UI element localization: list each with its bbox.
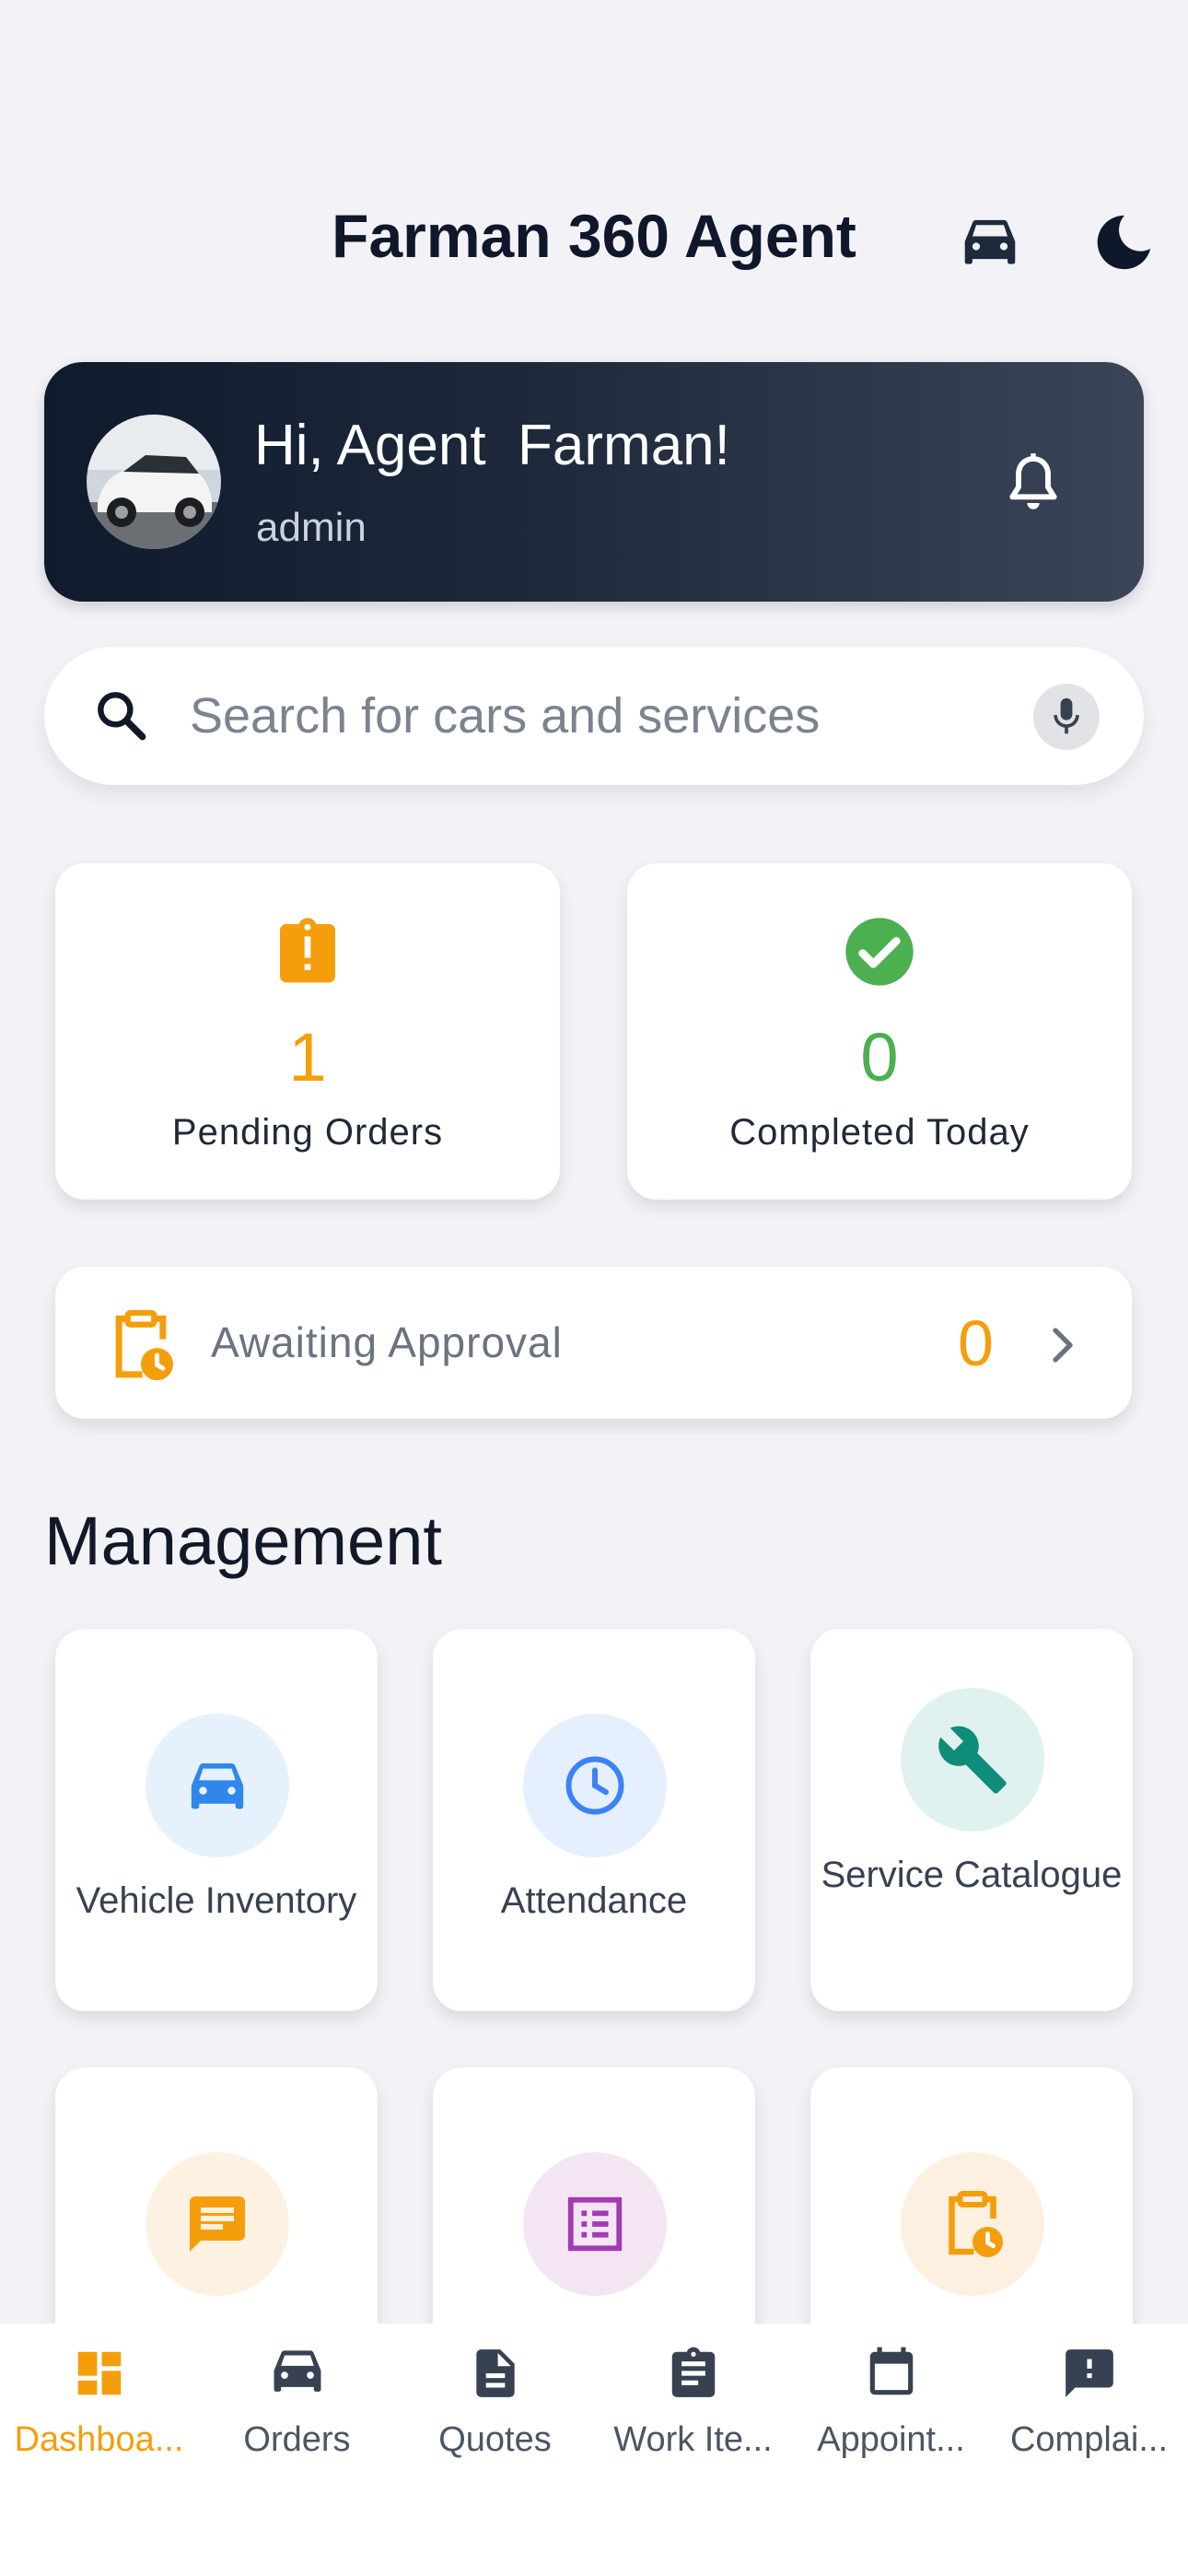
nav-label: Quotes bbox=[438, 2420, 552, 2459]
clipboard-clock-icon bbox=[109, 1308, 173, 1382]
tile-vehicle-inventory[interactable]: Vehicle Inventory bbox=[55, 1629, 378, 2011]
nav-label: Dashboa... bbox=[14, 2420, 184, 2459]
clipboard-icon bbox=[665, 2345, 722, 2402]
chevron-right-icon bbox=[1048, 1325, 1077, 1365]
management-heading: Management bbox=[44, 1503, 442, 1579]
nav-label: Work Ite... bbox=[613, 2420, 773, 2459]
nav-orders[interactable]: Orders bbox=[198, 2345, 396, 2474]
nav-complaints[interactable]: Complai... bbox=[990, 2345, 1188, 2474]
nav-label: Complai... bbox=[1009, 2420, 1169, 2459]
nav-label: Orders bbox=[243, 2420, 351, 2459]
tile-attendance[interactable]: Attendance bbox=[433, 1629, 755, 2011]
car-icon[interactable] bbox=[958, 214, 1022, 269]
car-icon bbox=[269, 2345, 326, 2402]
greeting-text: Hi, Agent Farman! bbox=[254, 414, 730, 477]
search-input[interactable]: Search for cars and services bbox=[190, 686, 820, 745]
user-role: admin bbox=[256, 505, 367, 550]
feedback-icon bbox=[1061, 2345, 1118, 2402]
mic-button[interactable] bbox=[1033, 684, 1100, 750]
tile-label: Service Catalogue bbox=[821, 1855, 1123, 1895]
dashboard-icon bbox=[71, 2345, 128, 2402]
nav-appointments[interactable]: Appoint... bbox=[792, 2345, 990, 2474]
nav-dashboard[interactable]: Dashboa... bbox=[0, 2345, 198, 2474]
tile-service-catalogue[interactable]: Service Catalogue bbox=[810, 1629, 1133, 2011]
search-icon bbox=[92, 686, 151, 745]
completed-today-count: 0 bbox=[860, 1019, 899, 1095]
tile-label: Attendance bbox=[500, 1880, 688, 1921]
completed-today-label: Completed Today bbox=[729, 1112, 1030, 1153]
clock-icon bbox=[523, 1714, 667, 1857]
nav-work-items[interactable]: Work Ite... bbox=[594, 2345, 792, 2474]
pending-orders-count: 1 bbox=[288, 1019, 327, 1095]
chat-icon bbox=[146, 2152, 289, 2296]
avatar[interactable] bbox=[87, 415, 221, 549]
calendar-icon bbox=[863, 2345, 920, 2402]
completed-today-card[interactable]: 0 Completed Today bbox=[627, 863, 1132, 1200]
document-icon bbox=[467, 2345, 524, 2402]
microphone-icon bbox=[1054, 697, 1079, 734]
alert-clipboard-icon bbox=[271, 915, 344, 989]
moon-icon[interactable] bbox=[1091, 210, 1156, 275]
awaiting-approval-label: Awaiting Approval bbox=[211, 1318, 563, 1366]
wrench-icon bbox=[901, 1688, 1044, 1832]
car-icon bbox=[146, 1714, 289, 1857]
bell-icon[interactable] bbox=[1004, 451, 1063, 518]
pending-orders-label: Pending Orders bbox=[171, 1112, 444, 1153]
check-circle-icon bbox=[843, 915, 916, 989]
nav-label: Appoint... bbox=[817, 2420, 965, 2459]
tile-label: Vehicle Inventory bbox=[76, 1880, 357, 1921]
clipboard-clock-icon bbox=[901, 2152, 1044, 2296]
nav-quotes[interactable]: Quotes bbox=[396, 2345, 594, 2474]
pending-orders-card[interactable]: 1 Pending Orders bbox=[55, 863, 560, 1200]
awaiting-approval-count: 0 bbox=[958, 1307, 994, 1379]
list-icon bbox=[523, 2152, 667, 2296]
